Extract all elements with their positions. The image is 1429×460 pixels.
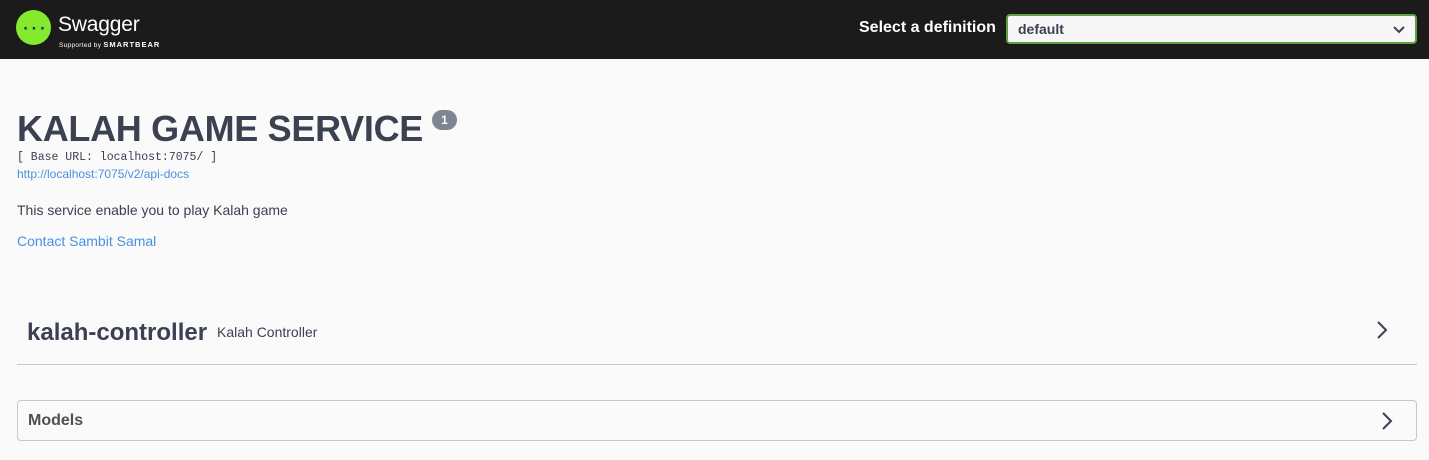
version-badge: 1	[432, 110, 457, 130]
definition-select[interactable]: default	[1006, 14, 1417, 44]
service-description: This service enable you to play Kalah ga…	[17, 202, 288, 218]
definition-selected-value: default	[1018, 21, 1064, 37]
definition-label: Select a definition	[859, 19, 996, 36]
svg-text:{···}: {···}	[22, 21, 46, 37]
tag-kalah-controller[interactable]: kalah-controller Kalah Controller	[17, 300, 1417, 365]
page-title: KALAH GAME SERVICE	[17, 108, 423, 149]
chevron-down-icon	[1393, 21, 1405, 37]
tag-description: Kalah Controller	[217, 324, 318, 340]
logo-title: Swagger	[58, 13, 140, 36]
models-title: Models	[28, 412, 84, 429]
base-url: [ Base URL: localhost:7075/ ]	[17, 151, 218, 164]
logo-subtitle: Supported by SMARTBEAR	[59, 40, 160, 49]
chevron-right-icon[interactable]	[1375, 320, 1389, 340]
chevron-right-icon[interactable]	[1380, 411, 1394, 431]
models-section[interactable]: Models	[17, 400, 1417, 441]
swagger-logo-icon: {···}	[16, 10, 51, 45]
api-docs-link[interactable]: http://localhost:7075/v2/api-docs	[17, 167, 189, 181]
logo-sub-brand: SMARTBEAR	[103, 40, 161, 49]
topbar: {···} Swagger Supported by SMARTBEAR Sel…	[0, 0, 1429, 59]
tag-name: kalah-controller	[27, 319, 208, 346]
contact-link[interactable]: Contact Sambit Samal	[17, 233, 156, 249]
logo-sub-prefix: Supported by	[59, 42, 102, 49]
